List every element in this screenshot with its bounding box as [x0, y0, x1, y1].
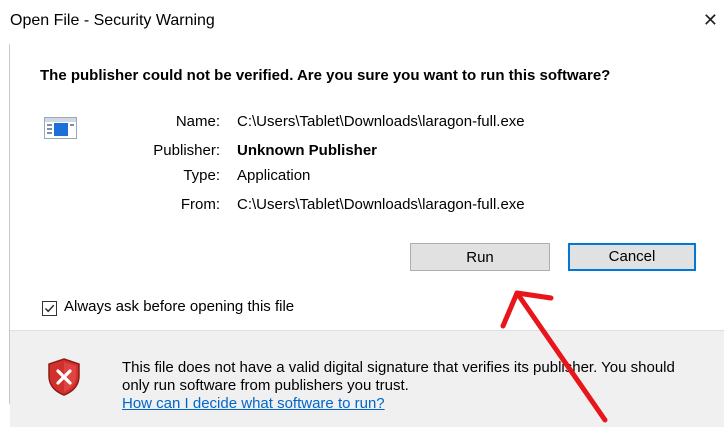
- close-icon[interactable]: ✕: [703, 10, 718, 31]
- from-value: C:\Users\Tablet\Downloads\laragon-full.e…: [237, 196, 525, 213]
- name-value: C:\Users\Tablet\Downloads\laragon-full.e…: [237, 113, 525, 130]
- warning-heading: The publisher could not be verified. Are…: [40, 67, 611, 84]
- always-ask-label[interactable]: Always ask before opening this file: [64, 298, 294, 315]
- publisher-value: Unknown Publisher: [237, 142, 378, 159]
- help-link[interactable]: How can I decide what software to run?: [122, 395, 385, 412]
- detail-row-publisher: Publisher: Unknown Publisher: [0, 142, 724, 162]
- checkmark-icon: [44, 304, 55, 313]
- warning-text: This file does not have a valid digital …: [122, 359, 675, 394]
- type-value: Application: [237, 167, 311, 184]
- type-label: Type:: [183, 167, 220, 184]
- detail-row-name: Name: C:\Users\Tablet\Downloads\laragon-…: [0, 113, 724, 133]
- detail-row-from: From: C:\Users\Tablet\Downloads\laragon-…: [0, 196, 724, 216]
- title-bar: Open File - Security Warning ✕: [0, 0, 724, 44]
- publisher-label: Publisher:: [153, 142, 220, 159]
- from-label: From:: [180, 196, 220, 213]
- cancel-button[interactable]: Cancel: [568, 243, 696, 271]
- always-ask-checkbox[interactable]: [42, 301, 57, 316]
- run-button[interactable]: Run: [410, 243, 550, 271]
- window-title: Open File - Security Warning: [10, 12, 215, 29]
- name-label: Name:: [175, 113, 220, 130]
- security-shield-icon: [46, 357, 82, 402]
- warning-footer: This file does not have a valid digital …: [10, 330, 724, 427]
- detail-row-type: Type: Application: [0, 167, 724, 187]
- warning-message: This file does not have a valid digital …: [122, 359, 702, 413]
